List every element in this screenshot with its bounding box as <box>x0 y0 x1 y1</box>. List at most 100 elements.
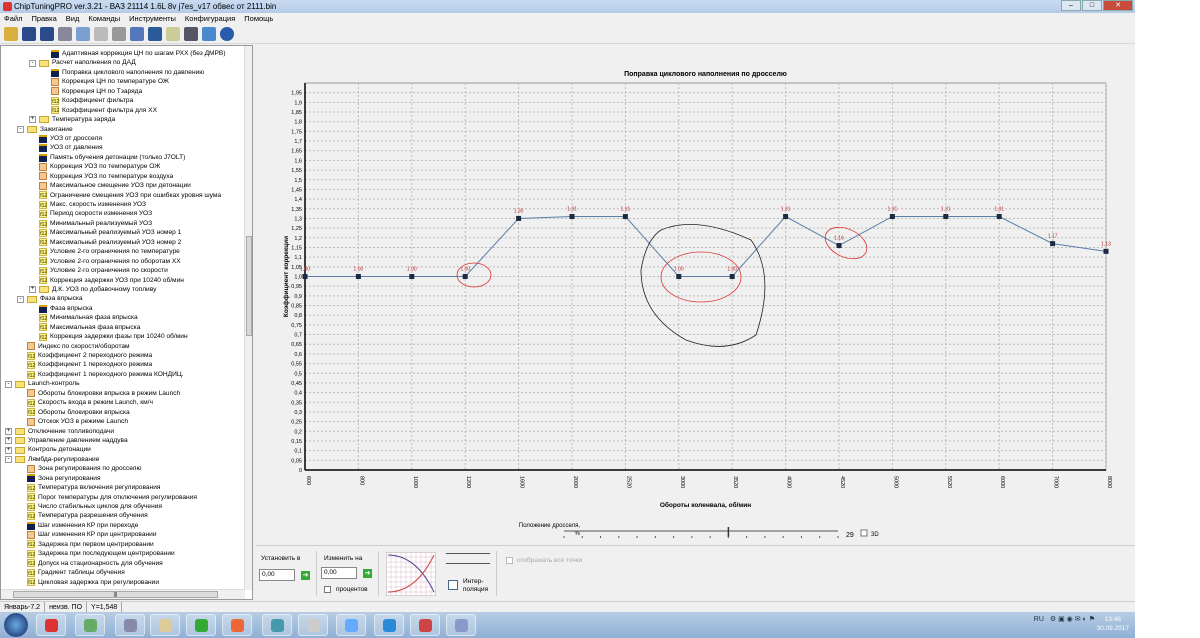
curve-preview-icon[interactable] <box>386 552 436 596</box>
print-icon[interactable] <box>58 26 72 41</box>
expand-toggle-icon[interactable]: + <box>5 437 12 445</box>
menu-4[interactable]: Инструменты <box>129 13 176 24</box>
tree-item[interactable]: f12 Допуск на стационарность для обучения <box>1 559 245 568</box>
horizontal-scrollbar[interactable]: ||| <box>1 589 245 599</box>
expand-toggle-icon[interactable]: - <box>5 456 12 464</box>
tree-item[interactable]: f12 Максимальный реализуемый УОЗ номер 2 <box>1 238 245 247</box>
tree-item[interactable]: f12 Коэффициент фильтра <box>1 96 245 105</box>
taskbar-app-button[interactable] <box>446 614 476 636</box>
expand-toggle-icon[interactable]: + <box>5 427 12 435</box>
tree-item[interactable]: Поправка циклового наполнения по давлени… <box>1 68 245 77</box>
tree-item[interactable]: Коррекция ЦН по температуре ОЖ <box>1 77 245 87</box>
tree-item[interactable]: + Контроль детонации <box>1 445 245 454</box>
tree-item[interactable]: + Температура заряда <box>1 115 245 124</box>
menu-1[interactable]: Правка <box>31 13 56 24</box>
show-all-points-checkbox[interactable] <box>506 557 513 564</box>
tree-item[interactable]: f12 Скорость входа в режим Launch, км/ч <box>1 398 245 407</box>
tree-item[interactable]: + Д.К. УОЗ по добавочному топливу <box>1 285 245 294</box>
tree-item[interactable]: f12 Коэффициент 1 переходного режима <box>1 360 245 370</box>
tree-item[interactable]: Шаг изменения КР при центрировании <box>1 530 245 540</box>
taskbar-app-button[interactable] <box>150 614 180 636</box>
menu-3[interactable]: Команды <box>88 13 120 24</box>
tree-item[interactable]: - Зажигание <box>1 125 245 134</box>
slider[interactable] <box>446 563 490 566</box>
language-indicator[interactable]: RU <box>1034 616 1044 623</box>
tree-item[interactable]: f12 Минимальная фаза впрыска <box>1 313 245 322</box>
clock[interactable]: 13:46 30.09.2017 <box>1096 615 1129 633</box>
expand-toggle-icon[interactable]: - <box>5 380 12 388</box>
taskbar-app-button[interactable] <box>75 614 105 636</box>
tree-item[interactable]: + Управление давлением наддува <box>1 436 245 445</box>
tree-item[interactable]: f12 Цикловая задержка при регулировании <box>1 578 245 587</box>
taskbar-app-button[interactable] <box>115 614 145 636</box>
tree-item[interactable]: f12 Коэффициент 1 переходного режима КОНД… <box>1 370 245 379</box>
tree-item[interactable]: f12 Температура разрешения обучения <box>1 511 245 521</box>
diamond-icon[interactable] <box>148 26 162 41</box>
open-icon[interactable] <box>4 26 18 41</box>
percent-checkbox[interactable] <box>324 586 331 593</box>
tree-item[interactable]: f12 Максимальная фаза впрыска <box>1 323 245 332</box>
tree-item[interactable]: f12 Макс. скорость изменения УОЗ <box>1 200 245 209</box>
taskbar-app-button[interactable] <box>298 614 328 636</box>
tree-item[interactable]: f12 Условие 2-го ограничения по температу… <box>1 247 245 256</box>
tree-item[interactable]: - Лямбда-регулирование <box>1 455 245 464</box>
paste-icon[interactable] <box>94 26 108 41</box>
tree-item[interactable]: УОЗ от дросселя <box>1 134 245 143</box>
tree-item[interactable]: f12 Минимальный реализуемый УОЗ <box>1 219 245 228</box>
set-value-input[interactable]: 0,00 <box>259 569 295 581</box>
apply-set-button[interactable]: ➜ <box>301 571 310 580</box>
expand-toggle-icon[interactable]: + <box>29 286 36 294</box>
tree-item[interactable]: f12 Коэффициент 2 переходного режима <box>1 351 245 360</box>
network-icon[interactable] <box>202 26 216 41</box>
tree-item[interactable]: Обороты блокировки впрыска в режим Launc… <box>1 389 245 398</box>
tree-item[interactable]: f12 Условие 2-го ограничения по скорости <box>1 266 245 275</box>
tree-item[interactable]: - Launch-контроль <box>1 379 245 388</box>
3d-checkbox[interactable] <box>860 529 868 537</box>
menu-5[interactable]: Конфигурация <box>185 13 235 24</box>
undo-icon[interactable] <box>112 26 126 41</box>
scroll-thumb[interactable] <box>246 236 252 336</box>
tree-item[interactable]: f12 Условие 2-го ограничения по оборотам … <box>1 257 245 266</box>
taskbar-app-button[interactable] <box>374 614 404 636</box>
tree-item[interactable]: f12 Коэффициент фильтра для ХХ <box>1 106 245 115</box>
taskbar-app-button[interactable] <box>36 614 66 636</box>
save-as-icon[interactable] <box>40 26 54 41</box>
tree-item[interactable]: f12 Температура включения регулирования <box>1 483 245 492</box>
change-value-input[interactable]: 0,00 <box>321 567 357 579</box>
taskbar-app-button[interactable] <box>222 614 252 636</box>
close-button[interactable]: ✕ <box>1103 0 1133 11</box>
tree-item[interactable]: Коррекция ЦН по Тзаряда <box>1 87 245 96</box>
tree-item[interactable]: f12 Число стабильных циклов для обучения <box>1 502 245 511</box>
tree-item[interactable]: Память обучения детонации (только J7OLT) <box>1 153 245 162</box>
search-icon[interactable] <box>166 26 180 41</box>
taskbar-app-button[interactable] <box>336 614 366 636</box>
save-icon[interactable] <box>22 26 36 41</box>
tree-item[interactable]: Зона регулирования <box>1 474 245 483</box>
tree-item[interactable]: Максимальное смещение УОЗ при детонации <box>1 181 245 190</box>
taskbar-app-button[interactable] <box>262 614 292 636</box>
menu-2[interactable]: Вид <box>66 13 80 24</box>
tree-item[interactable]: + Отключение топливоподачи <box>1 427 245 436</box>
tree-item[interactable]: Отскок УОЗ в режиме Launch <box>1 417 245 426</box>
help-icon[interactable] <box>220 26 234 41</box>
tree-item[interactable]: Коррекция УОЗ по температуре воздуха <box>1 172 245 181</box>
tree-item[interactable]: f12 Градиент таблицы обучения <box>1 568 245 577</box>
tree-item[interactable]: f12 Максимальный реализуемый УОЗ номер 1 <box>1 228 245 238</box>
tree-item[interactable]: Коррекция УОЗ по температуре ОЖ <box>1 162 245 171</box>
tree-item[interactable]: УОЗ от давления <box>1 143 245 153</box>
tree-item[interactable]: f12 Обороты блокировки впрыска <box>1 408 245 417</box>
minimize-button[interactable]: – <box>1061 0 1081 11</box>
copy-icon[interactable] <box>76 26 90 41</box>
menu-6[interactable]: Помощь <box>244 13 273 24</box>
tree-item[interactable]: f12 Коррекция задержки УОЗ при 10240 об/м… <box>1 276 245 285</box>
tree-item[interactable]: Зона регулирования по дросселю <box>1 464 245 473</box>
tree-item[interactable]: f12 Коррекция задержки фазы при 10240 об/… <box>1 332 245 341</box>
start-button[interactable] <box>4 613 28 637</box>
tree-item[interactable]: - Расчет наполнения по ДАД <box>1 58 245 67</box>
scroll-thumb[interactable]: ||| <box>13 591 218 598</box>
tree-item[interactable]: Адаптивная коррекция ЦН по шагам РХХ (бе… <box>1 49 245 58</box>
tree-item[interactable]: f12 Порог температуры для отключения регу… <box>1 493 245 502</box>
expand-toggle-icon[interactable]: - <box>29 59 36 67</box>
tree-item[interactable]: Шаг изменения КР при переходе <box>1 521 245 530</box>
vertical-scrollbar[interactable] <box>244 46 252 590</box>
